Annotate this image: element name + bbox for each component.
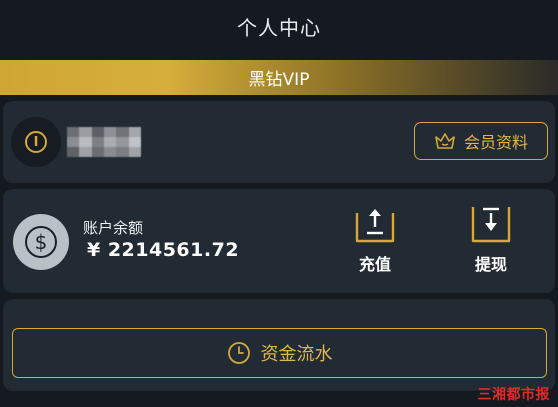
dollar-coin-icon: $ [13,214,69,270]
vip-level-label: 黑钻VIP [248,70,310,90]
avatar[interactable]: I [11,117,61,167]
profile-card: I 会员资料 [3,101,555,183]
vip-banner: 黑钻VIP [0,60,558,95]
page-title: 个人中心 [237,15,321,40]
blurred-username [67,127,141,157]
app-header: 个人中心 [0,0,558,52]
fund-flow-label: 资金流水 [260,344,333,365]
svg-text:$: $ [35,230,48,254]
fund-flow-button[interactable]: 资金流水 [12,328,547,378]
watermark-logo: 三湘都市报 [477,387,550,403]
withdraw-label: 提现 [474,255,507,274]
recharge-button[interactable]: 充值 [345,203,405,275]
crown-icon [435,133,455,149]
upload-tray-icon [355,209,395,243]
recharge-label: 充值 [358,255,391,274]
download-tray-icon [471,207,511,243]
member-profile-label: 会员资料 [463,133,528,152]
clock-icon [227,342,250,364]
balance-card: $ 账户余额 ¥ 2214561.72 充值 提现 [3,189,555,293]
balance-title: 账户余额 [83,219,144,237]
fund-flow-card: 资金流水 [3,299,555,391]
withdraw-button[interactable]: 提现 [461,203,521,275]
balance-amount: ¥ 2214561.72 [87,239,240,261]
member-profile-button[interactable]: 会员资料 [414,122,548,160]
info-icon: I [25,131,47,153]
